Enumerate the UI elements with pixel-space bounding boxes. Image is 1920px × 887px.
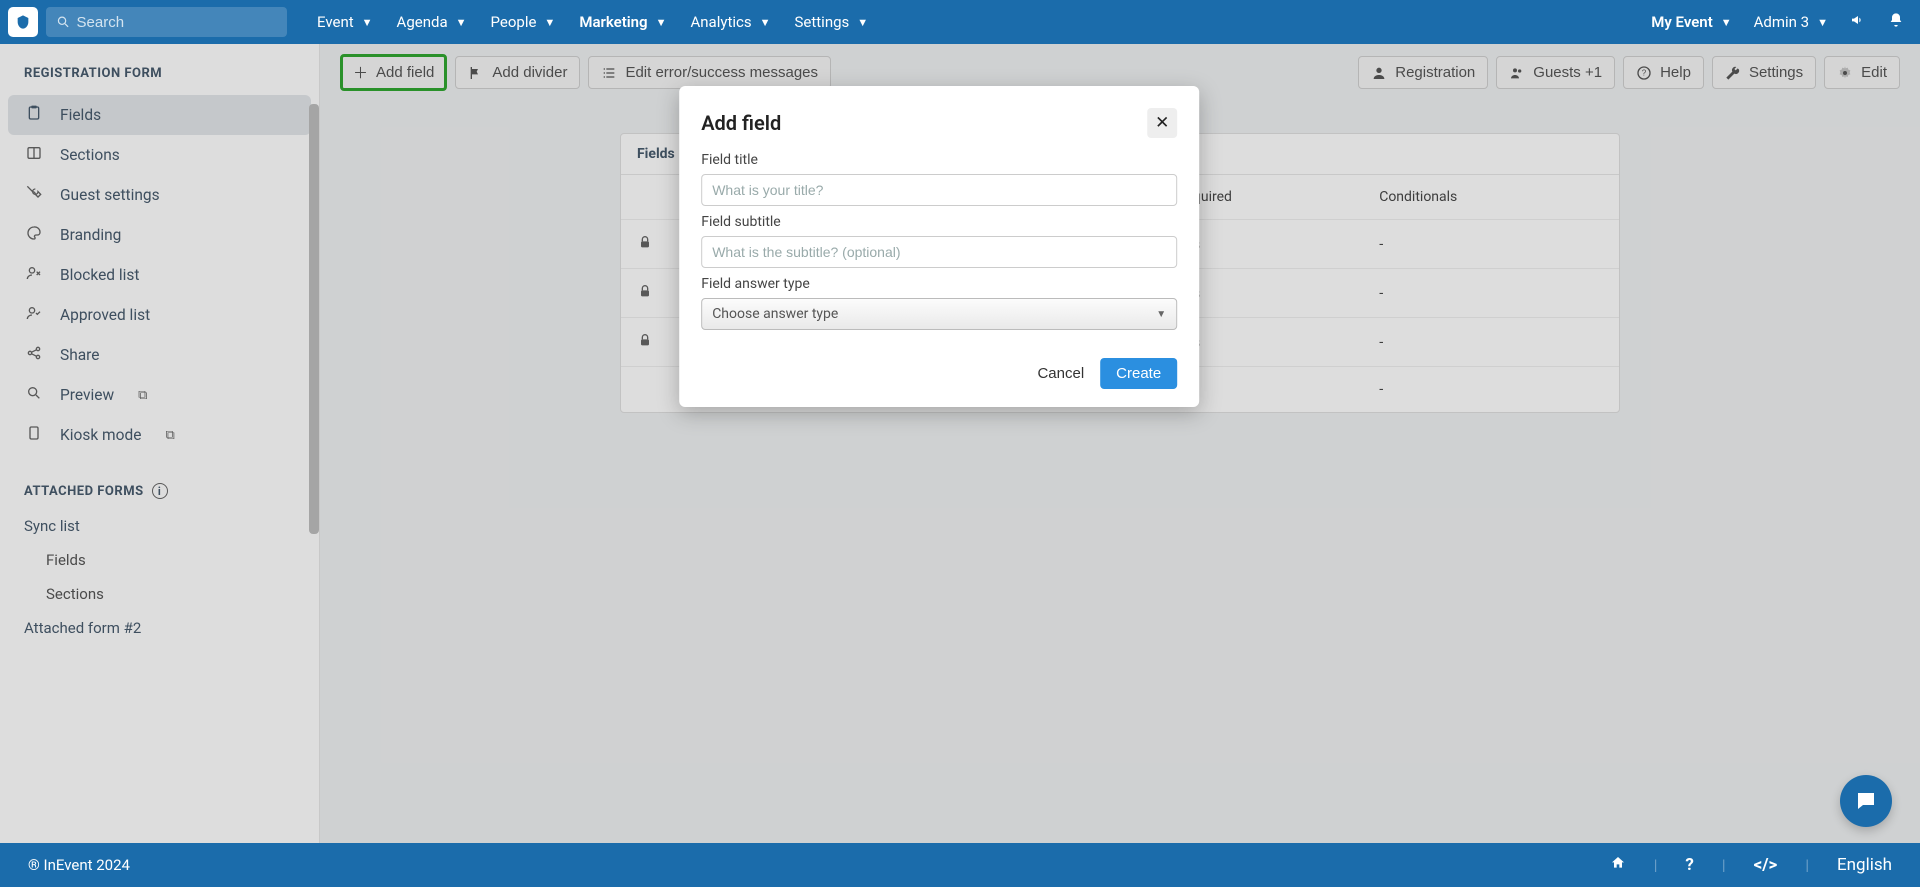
close-button[interactable]: ✕ (1147, 108, 1177, 138)
modal-title: Add field (701, 111, 781, 135)
chevron-down-icon: ▼ (456, 16, 467, 29)
answer-type-select[interactable]: Choose answer type ▼ (701, 298, 1177, 330)
copyright: ® InEvent 2024 (28, 856, 130, 874)
nav-label: People (491, 13, 537, 31)
bullhorn-icon (1850, 12, 1866, 28)
chevron-down-icon: ▼ (544, 16, 555, 29)
question-icon: ? (1685, 855, 1693, 875)
add-field-modal: Add field ✕ Field title Field subtitle F… (679, 86, 1199, 407)
language-switcher[interactable]: English (1837, 855, 1892, 875)
footer-right: | ? | </> | English (1610, 855, 1892, 876)
event-switcher[interactable]: My Event ▼ (1643, 7, 1739, 37)
nav-right: My Event ▼ Admin 3 ▼ (1643, 7, 1912, 37)
nav-label: Event (317, 13, 354, 31)
chevron-down-icon: ▼ (1721, 16, 1732, 29)
field-subtitle-input[interactable] (701, 236, 1177, 268)
chat-icon (1854, 789, 1878, 813)
chevron-down-icon: ▼ (1156, 309, 1166, 320)
field-title-input[interactable] (701, 174, 1177, 206)
home-button[interactable] (1610, 855, 1626, 876)
modal-header: Add field ✕ (701, 108, 1177, 138)
chevron-down-icon: ▼ (362, 16, 373, 29)
select-placeholder: Choose answer type (712, 306, 838, 322)
logo[interactable] (8, 7, 38, 37)
search-box[interactable] (46, 7, 287, 37)
modal-actions: Cancel Create (701, 358, 1177, 389)
user-menu[interactable]: Admin 3 ▼ (1746, 7, 1836, 37)
field-title-label: Field title (701, 152, 1177, 168)
divider: | (1722, 856, 1726, 874)
nav-label: Analytics (690, 13, 751, 31)
notifications-button[interactable] (1880, 12, 1912, 32)
user-name: Admin 3 (1754, 13, 1809, 31)
chevron-down-icon: ▼ (656, 16, 667, 29)
top-nav: Event ▼ Agenda ▼ People ▼ Marketing ▼ Analyt… (0, 0, 1920, 44)
answer-type-label: Field answer type (701, 276, 1177, 292)
field-subtitle-label: Field subtitle (701, 214, 1177, 230)
divider: | (1805, 856, 1809, 874)
search-icon (56, 14, 71, 30)
divider: | (1654, 856, 1658, 874)
nav-event[interactable]: Event ▼ (307, 7, 383, 37)
create-button[interactable]: Create (1100, 358, 1177, 389)
footer: ® InEvent 2024 | ? | </> | English (0, 843, 1920, 887)
code-button[interactable]: </> (1754, 855, 1778, 875)
search-input[interactable] (77, 14, 277, 31)
nav-items: Event ▼ Agenda ▼ People ▼ Marketing ▼ Analyt… (307, 7, 878, 37)
close-icon: ✕ (1155, 113, 1169, 133)
code-icon: </> (1754, 855, 1778, 875)
nav-label: Settings (795, 13, 850, 31)
bell-icon (1888, 12, 1904, 28)
nav-marketing[interactable]: Marketing ▼ (569, 7, 676, 37)
nav-people[interactable]: People ▼ (481, 7, 566, 37)
nav-settings[interactable]: Settings ▼ (785, 7, 879, 37)
help-footer-button[interactable]: ? (1685, 855, 1693, 875)
nav-agenda[interactable]: Agenda ▼ (387, 7, 477, 37)
event-name: My Event (1651, 13, 1712, 31)
chat-fab[interactable] (1840, 775, 1892, 827)
logo-icon (15, 14, 31, 30)
announce-button[interactable] (1842, 12, 1874, 32)
nav-label: Marketing (579, 13, 647, 31)
chevron-down-icon: ▼ (1817, 16, 1828, 29)
nav-label: Agenda (397, 13, 448, 31)
chevron-down-icon: ▼ (760, 16, 771, 29)
chevron-down-icon: ▼ (857, 16, 868, 29)
cancel-button[interactable]: Cancel (1037, 365, 1084, 382)
nav-analytics[interactable]: Analytics ▼ (680, 7, 780, 37)
home-icon (1610, 855, 1626, 871)
